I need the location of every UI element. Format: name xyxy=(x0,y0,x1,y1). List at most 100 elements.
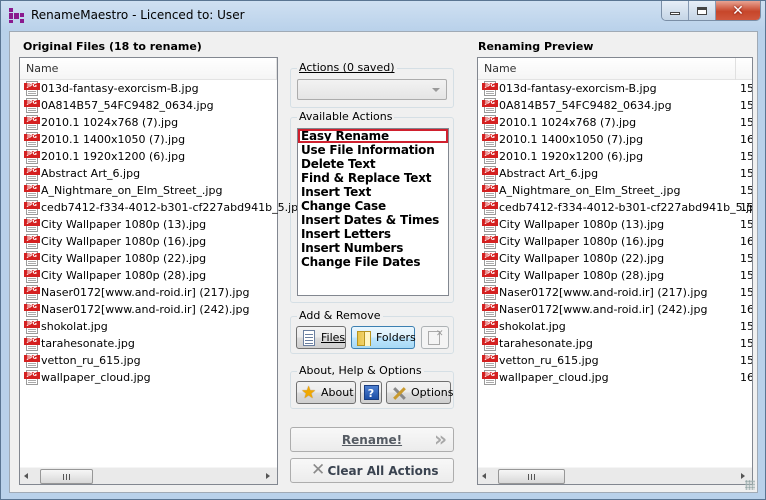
rename-button[interactable]: Rename! » xyxy=(290,427,454,452)
preview-file-size: 15 xyxy=(740,82,753,95)
resize-grip[interactable] xyxy=(745,480,755,490)
original-file-row[interactable]: JPG Abstract Art_6.jpg xyxy=(20,165,277,182)
original-file-row[interactable]: JPG Naser0172[www.and-roid.ir] (217).jpg xyxy=(20,284,277,301)
preview-file-name: City Wallpaper 1080p (16).jpg xyxy=(499,235,665,248)
preview-file-row[interactable]: JPG 0A814B57_54FC9482_0634.jpg 15 xyxy=(478,97,752,114)
preview-file-row[interactable]: JPG Naser0172[www.and-roid.ir] (217).jpg 1… xyxy=(478,284,752,301)
preview-file-row[interactable]: JPG 2010.1 1024x768 (7).jpg 15 xyxy=(478,114,752,131)
preview-file-row[interactable]: JPG 2010.1 1920x1200 (6).jpg 15 xyxy=(478,148,752,165)
original-file-row[interactable]: JPG City Wallpaper 1080p (22).jpg xyxy=(20,250,277,267)
scroll-right-icon[interactable] xyxy=(266,473,270,479)
preview-file-size: 15 xyxy=(740,150,753,163)
preview-header: Name xyxy=(478,58,752,80)
scroll-left-icon[interactable] xyxy=(482,473,486,479)
preview-file-size: 16 xyxy=(740,371,753,384)
file-name: wallpaper_cloud.jpg xyxy=(41,371,151,384)
file-name: vetton_ru_615.jpg xyxy=(41,354,141,367)
preview-file-size: 15 xyxy=(740,184,753,197)
preview-file-row[interactable]: JPG 2010.1 1400x1050 (7).jpg 16 xyxy=(478,131,752,148)
preview-column-header-name[interactable]: Name xyxy=(478,58,736,80)
original-file-row[interactable]: JPG wallpaper_cloud.jpg xyxy=(20,369,277,386)
action-item[interactable]: Delete Text xyxy=(298,157,448,171)
original-files-title: Original Files (18 to rename) xyxy=(23,40,202,53)
preview-file-size: 15 xyxy=(740,116,753,129)
file-name: 2010.1 1400x1050 (7).jpg xyxy=(41,133,186,146)
preview-file-row[interactable]: JPG vetton_ru_615.jpg 15 xyxy=(478,352,752,369)
remove-button[interactable]: ✕ xyxy=(421,326,449,349)
original-file-row[interactable]: JPG 2010.1 1920x1200 (6).jpg xyxy=(20,148,277,165)
original-files-hscrollbar[interactable] xyxy=(20,467,277,484)
add-files-button[interactable]: Files xyxy=(296,326,346,349)
file-name: City Wallpaper 1080p (28).jpg xyxy=(41,269,207,282)
original-file-row[interactable]: JPG City Wallpaper 1080p (13).jpg xyxy=(20,216,277,233)
file-name: cedb7412-f334-4012-b301-cf227abd941b_5.j… xyxy=(41,201,306,214)
preview-file-name: A_Nightmare_on_Elm_Street_.jpg xyxy=(499,184,681,197)
original-file-row[interactable]: JPG 2010.1 1024x768 (7).jpg xyxy=(20,114,277,131)
original-file-row[interactable]: JPG tarahesonate.jpg xyxy=(20,335,277,352)
preview-file-name: 2010.1 1400x1050 (7).jpg xyxy=(499,133,644,146)
about-label: About xyxy=(321,386,354,399)
preview-file-row[interactable]: JPG Abstract Art_6.jpg 15 xyxy=(478,165,752,182)
jpg-file-icon: JPG xyxy=(482,81,498,96)
preview-file-row[interactable]: JPG cedb7412-f334-4012-b301-cf227abd941b_… xyxy=(478,199,752,216)
minimize-button[interactable] xyxy=(662,1,689,20)
close-button[interactable]: ✕ xyxy=(716,1,760,20)
add-folders-button[interactable]: Folders xyxy=(351,326,416,349)
original-file-row[interactable]: JPG shokolat.jpg xyxy=(20,318,277,335)
options-button[interactable]: Options xyxy=(386,381,453,404)
help-button[interactable]: ? xyxy=(360,381,382,404)
original-file-row[interactable]: JPG vetton_ru_615.jpg xyxy=(20,352,277,369)
file-document-icon xyxy=(301,329,317,346)
title-bar[interactable]: RenameMaestro - Licenced to: User ✕ xyxy=(1,1,765,31)
column-header-name[interactable]: Name xyxy=(20,58,277,80)
clear-all-actions-button[interactable]: ✕ Clear All Actions xyxy=(290,458,454,483)
original-file-row[interactable]: JPG 013d-fantasy-exorcism-B.jpg xyxy=(20,80,277,97)
action-item[interactable]: Easy Rename xyxy=(298,129,448,143)
action-item[interactable]: Insert Letters xyxy=(298,227,448,241)
action-item[interactable]: Find & Replace Text xyxy=(298,171,448,185)
renaming-preview-list[interactable]: Name JPG 013d-fantasy-exorcism-B.jpg 15 JPG… xyxy=(477,57,753,485)
preview-file-row[interactable]: JPG City Wallpaper 1080p (13).jpg 15 xyxy=(478,216,752,233)
original-file-row[interactable]: JPG 2010.1 1400x1050 (7).jpg xyxy=(20,131,277,148)
saved-actions-dropdown[interactable] xyxy=(297,79,447,100)
scroll-thumb[interactable] xyxy=(40,469,93,484)
action-item[interactable]: Insert Dates & Times xyxy=(298,213,448,227)
action-item[interactable]: Insert Numbers xyxy=(298,241,448,255)
preview-file-size: 15 xyxy=(740,201,753,214)
original-file-row[interactable]: JPG City Wallpaper 1080p (28).jpg xyxy=(20,267,277,284)
preview-file-size: 15 xyxy=(740,167,753,180)
jpg-file-icon: JPG xyxy=(482,302,498,317)
action-item[interactable]: Change Case xyxy=(298,199,448,213)
preview-file-row[interactable]: JPG City Wallpaper 1080p (22).jpg 15 xyxy=(478,250,752,267)
original-file-row[interactable]: JPG 0A814B57_54FC9482_0634.jpg xyxy=(20,97,277,114)
action-item[interactable]: Change File Dates xyxy=(298,255,448,269)
preview-file-row[interactable]: JPG shokolat.jpg 15 xyxy=(478,318,752,335)
preview-file-size: 15 xyxy=(740,218,753,231)
scroll-right-icon[interactable] xyxy=(741,473,745,479)
original-file-row[interactable]: JPG City Wallpaper 1080p (16).jpg xyxy=(20,233,277,250)
original-file-row[interactable]: JPG Naser0172[www.and-roid.ir] (242).jpg xyxy=(20,301,277,318)
preview-file-row[interactable]: JPG tarahesonate.jpg 15 xyxy=(478,335,752,352)
scroll-left-icon[interactable] xyxy=(24,473,28,479)
scroll-thumb[interactable] xyxy=(498,469,565,484)
maximize-button[interactable] xyxy=(689,1,716,20)
action-item[interactable]: Use File Information xyxy=(298,143,448,157)
preview-file-row[interactable]: JPG wallpaper_cloud.jpg 16 xyxy=(478,369,752,386)
preview-file-row[interactable]: JPG City Wallpaper 1080p (28).jpg 15 xyxy=(478,267,752,284)
original-file-row[interactable]: JPG A_Nightmare_on_Elm_Street_.jpg xyxy=(20,182,277,199)
original-files-list[interactable]: Name JPG 013d-fantasy-exorcism-B.jpg JPG 0A… xyxy=(19,57,305,485)
preview-hscrollbar[interactable] xyxy=(478,467,752,484)
original-file-row[interactable]: JPG cedb7412-f334-4012-b301-cf227abd941b_… xyxy=(20,199,305,216)
jpg-file-icon: JPG xyxy=(24,166,40,181)
preview-file-size: 16 xyxy=(740,235,753,248)
preview-file-row[interactable]: JPG A_Nightmare_on_Elm_Street_.jpg 15 xyxy=(478,182,752,199)
preview-file-row[interactable]: JPG 013d-fantasy-exorcism-B.jpg 15 xyxy=(478,80,752,97)
available-actions-list[interactable]: Easy Rename Use File Information Delete Te… xyxy=(297,128,449,296)
preview-file-row[interactable]: JPG City Wallpaper 1080p (16).jpg 16 xyxy=(478,233,752,250)
preview-file-row[interactable]: JPG Naser0172[www.and-roid.ir] (242).jpg 1… xyxy=(478,301,752,318)
clear-all-actions-label: Clear All Actions xyxy=(327,463,439,478)
about-button[interactable]: ★ About xyxy=(296,381,356,404)
remove-file-icon: ✕ xyxy=(427,329,444,346)
preview-file-size: 15 xyxy=(740,252,753,265)
action-item[interactable]: Insert Text xyxy=(298,185,448,199)
